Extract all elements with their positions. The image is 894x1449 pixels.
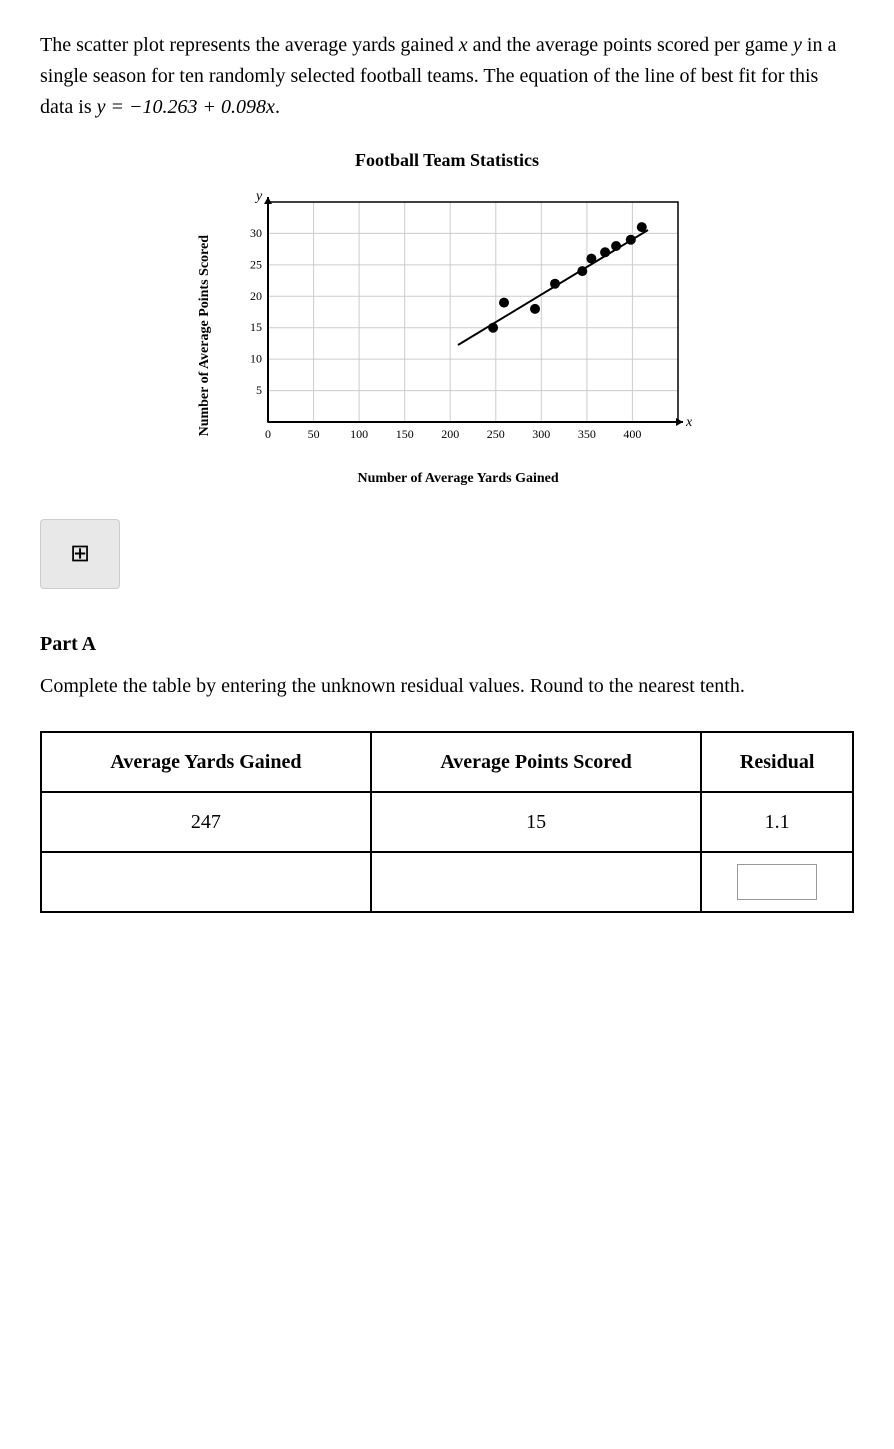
- svg-text:250: 250: [487, 427, 505, 441]
- equation-text: y = −10.263 + 0.098x: [97, 96, 275, 118]
- part-a-description: Complete the table by entering the unkno…: [40, 671, 854, 701]
- col-header-points: Average Points Scored: [371, 732, 701, 792]
- svg-text:150: 150: [396, 427, 414, 441]
- svg-text:300: 300: [532, 427, 550, 441]
- y-axis-label: Number of Average Points Scored: [196, 235, 214, 436]
- intro-paragraph: The scatter plot represents the average …: [40, 30, 854, 123]
- svg-text:25: 25: [250, 257, 262, 271]
- x-axis-label: Number of Average Yards Gained: [358, 468, 559, 489]
- svg-text:10: 10: [250, 352, 262, 366]
- chart-area: y x 5 10 15 20 25 30 0 50 100 150 200: [218, 182, 698, 462]
- residual-table: Average Yards Gained Average Points Scor…: [40, 731, 854, 913]
- part-a-title: Part A: [40, 629, 854, 659]
- svg-text:5: 5: [256, 383, 262, 397]
- col-header-residual: Residual: [701, 732, 853, 792]
- table-row: [41, 852, 853, 912]
- svg-text:50: 50: [308, 427, 320, 441]
- svg-text:350: 350: [578, 427, 596, 441]
- residual-input-2[interactable]: [737, 864, 817, 900]
- svg-text:15: 15: [250, 320, 262, 334]
- table-header-row: Average Yards Gained Average Points Scor…: [41, 732, 853, 792]
- cell-residual-1: 1.1: [701, 792, 853, 852]
- calculator-button[interactable]: ⊞: [40, 519, 120, 589]
- chart-title: Football Team Statistics: [355, 147, 539, 174]
- cell-points-1: 15: [371, 792, 701, 852]
- cell-points-2: [371, 852, 701, 912]
- svg-text:100: 100: [350, 427, 368, 441]
- cell-residual-2-input-cell: [701, 852, 853, 912]
- svg-text:y: y: [254, 189, 263, 204]
- col-header-yards: Average Yards Gained: [41, 732, 371, 792]
- cell-yards-1: 247: [41, 792, 371, 852]
- part-a-section: Part A Complete the table by entering th…: [40, 629, 854, 913]
- calculator-section: ⊞: [40, 519, 854, 589]
- svg-text:400: 400: [623, 427, 641, 441]
- svg-text:200: 200: [441, 427, 459, 441]
- chart-section: Football Team Statistics Number of Avera…: [40, 147, 854, 489]
- svg-text:20: 20: [250, 289, 262, 303]
- cell-yards-2: [41, 852, 371, 912]
- scatter-plot-svg: y x 5 10 15 20 25 30 0 50 100 150 200: [218, 182, 698, 462]
- intro-section: The scatter plot represents the average …: [40, 30, 854, 123]
- calculator-icon: ⊞: [70, 536, 90, 572]
- svg-text:0: 0: [265, 427, 271, 441]
- svg-text:x: x: [685, 415, 693, 430]
- svg-text:30: 30: [250, 226, 262, 240]
- table-row: 247 15 1.1: [41, 792, 853, 852]
